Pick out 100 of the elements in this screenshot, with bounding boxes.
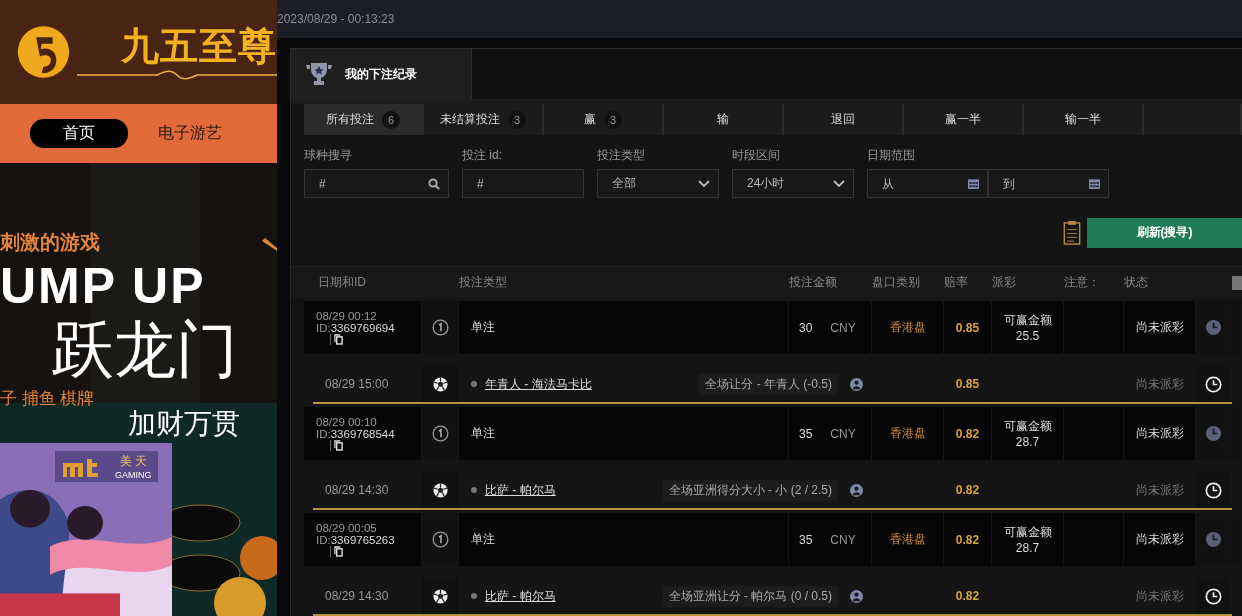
clock-icon [1204, 587, 1222, 605]
payout-value: 28.7 [1015, 435, 1040, 449]
column-header: 注意： [1064, 274, 1101, 291]
match-link[interactable]: 比萨 - 帕尔马 [485, 481, 556, 499]
filter-tab[interactable]: 未结算投注 3 [424, 104, 544, 135]
payout-value: 28.7 [1015, 541, 1040, 555]
search-field[interactable]: # [304, 169, 449, 198]
currency-text: CNY [830, 320, 856, 335]
bet-id: ID:3369765263 [316, 534, 395, 546]
field-label: 时段区间 [732, 147, 781, 164]
payout-value: 25.5 [1015, 329, 1040, 343]
calendar-icon [1089, 178, 1100, 189]
count-badge: 3 [604, 110, 622, 129]
table-cell: 0.82 [944, 407, 991, 460]
column-header: 投注类型 [459, 274, 508, 291]
table-cell: 尚未派彩 [1124, 407, 1195, 460]
table-cell: 香港盘 [872, 301, 943, 354]
match-link[interactable]: 年青人 - 海法马卡比 [485, 375, 592, 393]
field-label: 投注类型 [597, 147, 646, 164]
single-bet-icon [431, 319, 449, 336]
person-icon [850, 589, 863, 603]
filter-tab[interactable]: 输一半 [1024, 104, 1144, 135]
calendar-icon [968, 178, 979, 189]
column-header: 盘口类别 [872, 274, 921, 291]
table-cell: 单注 [459, 407, 788, 460]
bet-amount: 30 [799, 320, 813, 335]
nav-item[interactable]: 首页 [30, 119, 128, 148]
bet-date: 08/29 00:10 [316, 416, 377, 428]
bet-amount: 35 [799, 426, 813, 441]
soccer-ball-icon [432, 482, 448, 498]
payout-label: 可赢金额 [1003, 418, 1052, 435]
date-field[interactable]: 到 [988, 169, 1109, 198]
bet-date: 08/29 00:12 [316, 310, 377, 322]
filter-tab[interactable]: 输 [664, 104, 784, 135]
table-cell: 0.85 [944, 301, 991, 354]
input-field[interactable]: # [462, 169, 584, 198]
column-header: 状态 [1124, 274, 1149, 291]
chevron-icon [833, 179, 845, 188]
payout-label: 可赢金额 [1003, 312, 1052, 329]
clock-icon [1204, 425, 1222, 442]
field-label: 日期范围 [867, 147, 916, 164]
refresh-button[interactable]: 刷新(搜寻) [1087, 217, 1242, 248]
dropdown[interactable]: 24小时 [732, 169, 854, 198]
table-cell: 0.82 [944, 513, 991, 566]
soccer-ball-icon [432, 588, 448, 604]
copy-icon[interactable] [330, 334, 343, 345]
field-label: 投注 id: [462, 147, 503, 164]
bet-id: ID:3369768544 [316, 428, 395, 440]
trophy-icon [305, 62, 333, 86]
column-header: 投注金额 [789, 274, 838, 291]
table-cell: 香港盘 [872, 407, 943, 460]
status-dot [471, 381, 477, 387]
table-cell: 尚未派彩 [1124, 513, 1195, 566]
bet-id: ID:3369769694 [316, 322, 395, 334]
clock-icon [1204, 319, 1222, 336]
column-header: 日期和ID [317, 274, 367, 291]
single-bet-icon [431, 425, 449, 442]
person-icon [850, 483, 863, 497]
filter-tab[interactable]: 赢 3 [544, 104, 664, 135]
table-cell: 单注 [459, 513, 788, 566]
dropdown[interactable]: 全部 [597, 169, 719, 198]
table-cell: 香港盘 [872, 513, 943, 566]
count-badge: 3 [508, 110, 526, 129]
table-cell: 尚未派彩 [1124, 301, 1195, 354]
clock-icon [1204, 531, 1222, 548]
logo-text: 九五至尊 [121, 24, 277, 68]
selection-text: 全场让分 - 年青人 (-0.5) [699, 373, 838, 395]
logo-icon [16, 24, 71, 80]
panel-tab[interactable]: 我的下注纪录 [291, 49, 472, 99]
soccer-ball-icon [432, 376, 448, 392]
table-cell: 单注 [459, 301, 788, 354]
payout-label: 可赢金额 [1003, 524, 1052, 541]
column-toggle-icon[interactable] [1232, 275, 1242, 290]
chevron-icon [698, 179, 710, 188]
clipboard-icon [1063, 220, 1081, 245]
currency-text: CNY [830, 426, 856, 441]
filter-tab[interactable]: 所有投注 6 [304, 104, 424, 135]
flourish-icon [77, 70, 277, 80]
single-bet-icon [431, 531, 449, 548]
person-icon [850, 377, 863, 391]
bet-date: 08/29 00:05 [316, 522, 377, 534]
match-link[interactable]: 比萨 - 帕尔马 [485, 587, 556, 605]
column-header: 赔率 [944, 274, 969, 291]
filter-tab[interactable]: 退回 [784, 104, 904, 135]
count-badge: 6 [382, 110, 400, 129]
column-header: 派彩 [992, 274, 1017, 291]
status-dot [471, 487, 477, 493]
nav-item[interactable]: 电子游艺 [158, 118, 222, 149]
filter-tab[interactable]: 赢一半 [904, 104, 1024, 135]
copy-icon[interactable] [330, 440, 343, 451]
selection-text: 全场亚洲让分 - 帕尔马 (0 / 0.5) [662, 585, 838, 607]
status-dot [471, 593, 477, 599]
clock-icon [1204, 481, 1222, 499]
field-label: 球种搜寻 [304, 147, 353, 164]
bet-amount: 35 [799, 532, 813, 547]
clock-text: 2023/08/29 - 00:13:23 [277, 12, 395, 26]
currency-text: CNY [830, 532, 856, 547]
date-field[interactable]: 从 [867, 169, 988, 198]
copy-icon[interactable] [330, 546, 343, 557]
search-icon [428, 177, 440, 190]
